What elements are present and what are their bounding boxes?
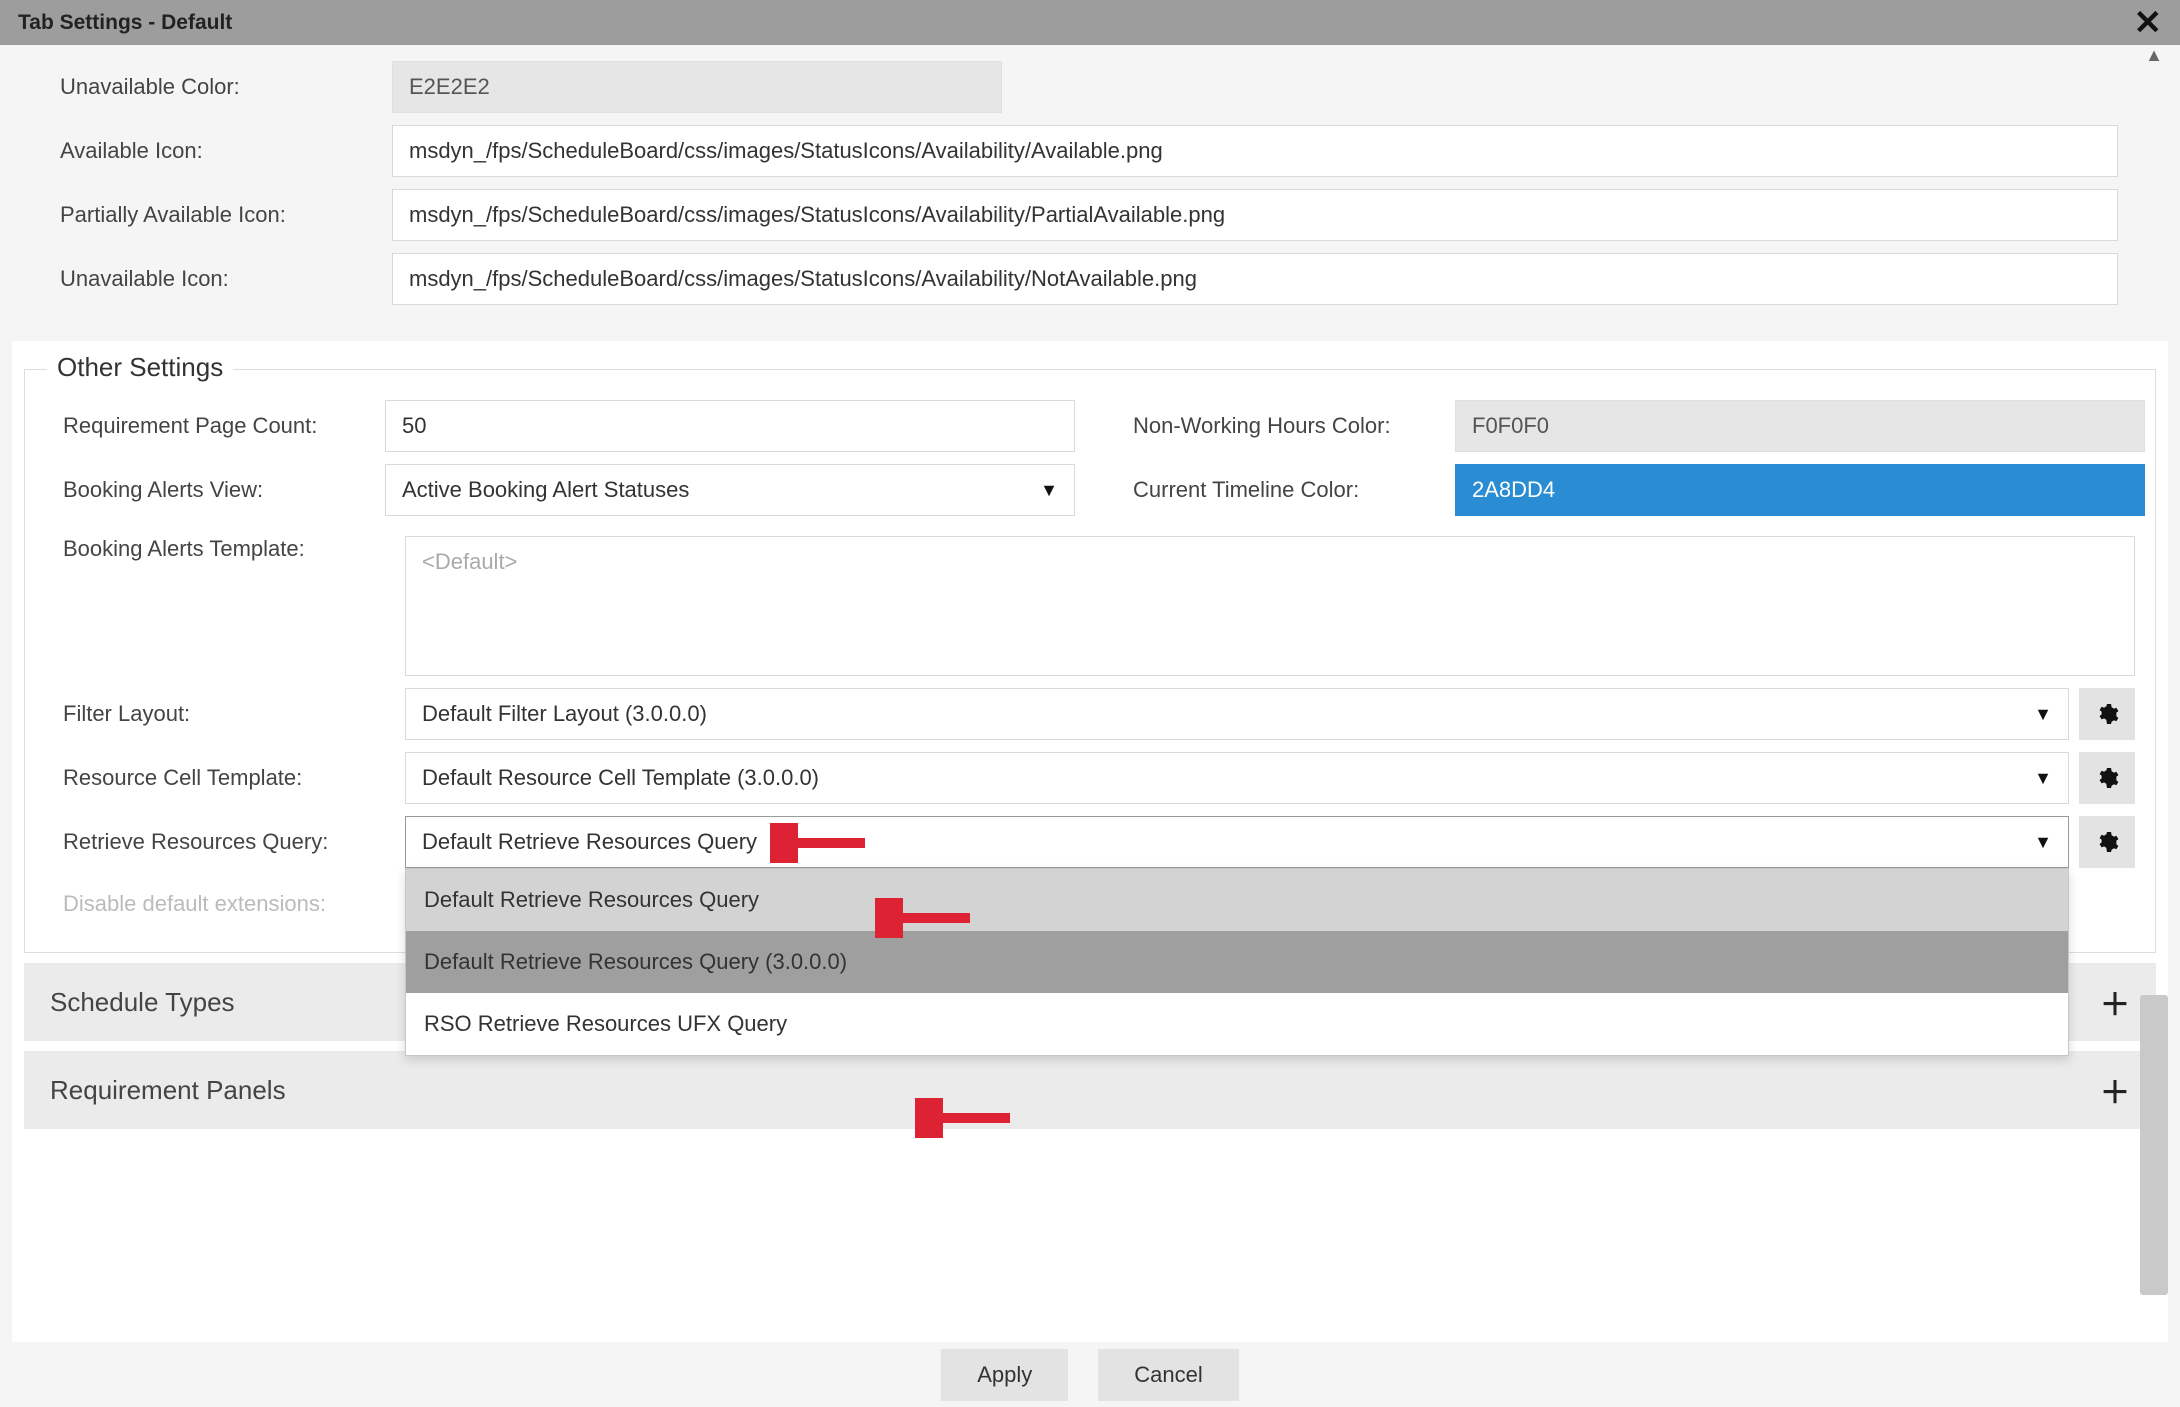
chevron-down-icon: ▼ bbox=[2034, 832, 2052, 853]
dropdown-option[interactable]: RSO Retrieve Resources UFX Query bbox=[406, 993, 2068, 1055]
col-left: Requirement Page Count: Booking Alerts V… bbox=[35, 394, 1075, 522]
other-two-col: Requirement Page Count: Booking Alerts V… bbox=[35, 394, 2145, 522]
titlebar: Tab Settings - Default ✕ bbox=[0, 0, 2180, 45]
filter-layout-value: Default Filter Layout (3.0.0.0) bbox=[422, 701, 707, 727]
filter-layout-gear-button[interactable] bbox=[2079, 688, 2135, 740]
close-icon[interactable]: ✕ bbox=[2134, 6, 2163, 40]
chevron-down-icon: ▼ bbox=[2034, 704, 2052, 725]
unavailable-icon-field[interactable] bbox=[392, 253, 2118, 305]
available-icon-field[interactable] bbox=[392, 125, 2118, 177]
accordion-label: Schedule Types bbox=[50, 987, 235, 1018]
row-alerts-template: Booking Alerts Template: <Default> bbox=[35, 522, 2145, 682]
gear-icon bbox=[2095, 830, 2119, 854]
row-req-page: Requirement Page Count: bbox=[35, 394, 1075, 458]
req-page-field[interactable] bbox=[385, 400, 1075, 452]
availability-fields: Unavailable Color: E2E2E2 Available Icon… bbox=[12, 45, 2168, 341]
label-available-icon: Available Icon: bbox=[22, 138, 392, 164]
retrieve-query-dropdown: Default Retrieve Resources Query Default… bbox=[405, 868, 2069, 1056]
row-timeline: Current Timeline Color: 2A8DD4 bbox=[1105, 458, 2145, 522]
accordion-label: Requirement Panels bbox=[50, 1075, 286, 1106]
scroll-up-icon[interactable]: ▲ bbox=[2140, 45, 2168, 73]
label-res-cell: Resource Cell Template: bbox=[35, 765, 405, 791]
timeline-color-field[interactable]: 2A8DD4 bbox=[1455, 464, 2145, 516]
content: ▲ Unavailable Color: E2E2E2 Available Ic… bbox=[12, 45, 2168, 1342]
alerts-template-area[interactable]: <Default> bbox=[405, 536, 2135, 676]
retrieve-query-value: Default Retrieve Resources Query bbox=[422, 829, 757, 855]
row-available-icon: Available Icon: bbox=[22, 119, 2158, 183]
row-filter-layout: Filter Layout: Default Filter Layout (3.… bbox=[35, 682, 2145, 746]
res-cell-value: Default Resource Cell Template (3.0.0.0) bbox=[422, 765, 819, 791]
accordion-requirement-panels[interactable]: Requirement Panels ＋ bbox=[24, 1051, 2156, 1129]
label-alerts-template: Booking Alerts Template: bbox=[35, 536, 405, 562]
res-cell-gear-button[interactable] bbox=[2079, 752, 2135, 804]
label-unavailable-icon: Unavailable Icon: bbox=[22, 266, 392, 292]
cancel-button[interactable]: Cancel bbox=[1098, 1349, 1238, 1401]
alerts-view-value: Active Booking Alert Statuses bbox=[402, 477, 689, 503]
apply-button[interactable]: Apply bbox=[941, 1349, 1068, 1401]
col-right: Non-Working Hours Color: F0F0F0 Current … bbox=[1105, 394, 2145, 522]
partial-icon-field[interactable] bbox=[392, 189, 2118, 241]
dialog-body: ▲ Unavailable Color: E2E2E2 Available Ic… bbox=[0, 45, 2180, 1342]
unavailable-color-field[interactable]: E2E2E2 bbox=[392, 61, 1002, 113]
chevron-down-icon: ▼ bbox=[2034, 768, 2052, 789]
dropdown-option[interactable]: Default Retrieve Resources Query bbox=[406, 869, 2068, 931]
label-retrieve-query: Retrieve Resources Query: bbox=[35, 829, 405, 855]
alerts-view-select[interactable]: Active Booking Alert Statuses ▼ bbox=[385, 464, 1075, 516]
label-alerts-view: Booking Alerts View: bbox=[35, 477, 385, 503]
chevron-down-icon: ▼ bbox=[1040, 480, 1058, 501]
filter-layout-select[interactable]: Default Filter Layout (3.0.0.0) ▼ bbox=[405, 688, 2069, 740]
gear-icon bbox=[2095, 766, 2119, 790]
row-res-cell: Resource Cell Template: Default Resource… bbox=[35, 746, 2145, 810]
dialog-title: Tab Settings - Default bbox=[18, 11, 232, 35]
other-settings-legend: Other Settings bbox=[47, 352, 233, 383]
label-filter-layout: Filter Layout: bbox=[35, 701, 405, 727]
nonworking-color-field[interactable]: F0F0F0 bbox=[1455, 400, 2145, 452]
label-req-page: Requirement Page Count: bbox=[35, 413, 385, 439]
plus-icon: ＋ bbox=[2100, 1068, 2130, 1112]
retrieve-query-gear-button[interactable] bbox=[2079, 816, 2135, 868]
label-disable-ext: Disable default extensions: bbox=[35, 891, 405, 917]
row-alerts-view: Booking Alerts View: Active Booking Aler… bbox=[35, 458, 1075, 522]
scrollbar-thumb[interactable] bbox=[2140, 995, 2168, 1295]
row-unavailable-color: Unavailable Color: E2E2E2 bbox=[22, 55, 2158, 119]
row-nonworking: Non-Working Hours Color: F0F0F0 bbox=[1105, 394, 2145, 458]
dialog-footer: Apply Cancel bbox=[0, 1342, 2180, 1407]
row-partial-icon: Partially Available Icon: bbox=[22, 183, 2158, 247]
label-unavailable-color: Unavailable Color: bbox=[22, 74, 392, 100]
retrieve-query-select[interactable]: Default Retrieve Resources Query ▼ bbox=[405, 816, 2069, 868]
label-partial-icon: Partially Available Icon: bbox=[22, 202, 392, 228]
row-unavailable-icon: Unavailable Icon: bbox=[22, 247, 2158, 311]
tab-settings-dialog: Tab Settings - Default ✕ ▲ Unavailable C… bbox=[0, 0, 2180, 1407]
label-nonworking: Non-Working Hours Color: bbox=[1105, 413, 1455, 439]
other-settings-group: Other Settings Requirement Page Count: B… bbox=[24, 369, 2156, 953]
dropdown-option[interactable]: Default Retrieve Resources Query (3.0.0.… bbox=[406, 931, 2068, 993]
row-retrieve-query: Retrieve Resources Query: Default Retrie… bbox=[35, 810, 2145, 874]
gear-icon bbox=[2095, 702, 2119, 726]
plus-icon: ＋ bbox=[2100, 980, 2130, 1024]
label-timeline: Current Timeline Color: bbox=[1105, 477, 1455, 503]
res-cell-select[interactable]: Default Resource Cell Template (3.0.0.0)… bbox=[405, 752, 2069, 804]
